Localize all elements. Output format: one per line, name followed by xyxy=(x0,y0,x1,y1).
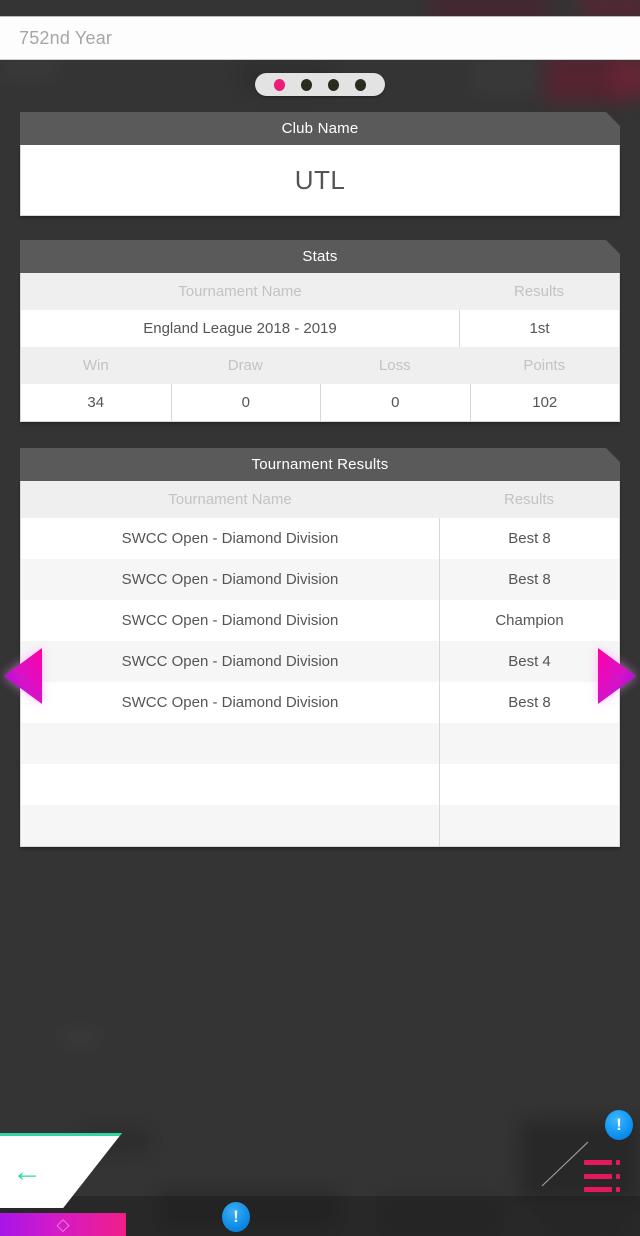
club-name-body: UTL xyxy=(20,145,620,216)
table-row[interactable]: SWCC Open - Diamond Division Best 4 xyxy=(21,641,619,682)
next-page-button[interactable] xyxy=(588,640,640,717)
list-bar xyxy=(584,1160,612,1165)
table-row[interactable] xyxy=(21,723,619,764)
table-row[interactable]: SWCC Open - Diamond Division Best 8 xyxy=(21,559,619,600)
year-label: 752nd Year xyxy=(19,27,113,48)
bg-blob xyxy=(470,58,540,94)
alert-badge[interactable]: ! xyxy=(605,1110,633,1140)
stats-value-win: 34 xyxy=(87,394,105,411)
stats-value-loss: 0 xyxy=(320,384,470,421)
alert-badge-label: ! xyxy=(233,1207,239,1226)
tournament-col-name: Tournament Name xyxy=(168,491,292,508)
table-row[interactable] xyxy=(21,764,619,805)
tournament-row-result xyxy=(439,805,619,846)
list-row xyxy=(584,1160,626,1165)
page-dot-3[interactable] xyxy=(328,78,339,91)
stats-col-draw: Draw xyxy=(227,357,263,374)
list-dot xyxy=(616,1187,620,1192)
home-diamond-icon: ◇ xyxy=(56,1215,70,1234)
tournament-results-header: Tournament Results xyxy=(20,448,620,481)
stats-col-tournament-name: Tournament Name xyxy=(178,283,302,300)
home-indicator-bar[interactable]: ◇ xyxy=(0,1213,126,1236)
stats-header-label: Stats xyxy=(302,248,338,265)
stats-record-row: 34 0 0 102 xyxy=(21,384,619,421)
tournament-row-name: SWCC Open - Diamond Division xyxy=(121,653,339,670)
club-name-header-label: Club Name xyxy=(281,120,359,137)
tournament-row-result xyxy=(439,764,619,805)
stats-value-points: 102 xyxy=(469,384,620,421)
tournament-results-header-label: Tournament Results xyxy=(251,456,389,473)
stats-value-draw: 0 xyxy=(170,384,321,421)
tournament-row-result: Best 8 xyxy=(439,559,619,600)
page-dot-4[interactable] xyxy=(355,78,366,91)
list-bar xyxy=(584,1173,612,1179)
tournament-row-name xyxy=(21,805,439,846)
stats-league-result: 1st xyxy=(459,310,619,347)
prev-page-button[interactable] xyxy=(0,640,52,717)
page-dot-1[interactable] xyxy=(274,78,285,91)
stats-league-header-row: Tournament Name Results xyxy=(21,273,619,310)
list-row xyxy=(584,1173,626,1179)
stats-col-win: Win xyxy=(82,357,109,374)
stats-header: Stats xyxy=(20,240,620,273)
tournament-results-body: Tournament Name Results SWCC Open - Diam… xyxy=(20,481,620,847)
tournament-row-result: Champion xyxy=(439,600,619,641)
stats-col-results: Results xyxy=(513,283,565,300)
triangle-left-icon[interactable] xyxy=(0,640,52,712)
table-row[interactable]: SWCC Open - Diamond Division Best 8 xyxy=(21,518,619,559)
list-dot xyxy=(616,1160,620,1165)
alert-badge[interactable]: ! xyxy=(222,1202,250,1232)
table-row[interactable]: SWCC Open - Diamond Division Best 8 xyxy=(21,682,619,723)
stats-league-row[interactable]: England League 2018 - 2019 1st xyxy=(21,310,619,347)
tournament-row-name: SWCC Open - Diamond Division xyxy=(121,571,339,588)
stats-body: Tournament Name Results England League 2… xyxy=(20,273,620,422)
stats-col-points: Points xyxy=(523,357,566,374)
table-row[interactable] xyxy=(21,805,619,846)
tournament-row-name: SWCC Open - Diamond Division xyxy=(121,612,339,629)
triangle-right-icon[interactable] xyxy=(588,640,640,712)
list-bar xyxy=(584,1187,612,1192)
tournament-row-result xyxy=(439,723,619,764)
bg-blob xyxy=(60,1030,100,1044)
tournament-results-panel: Tournament Results Tournament Name Resul… xyxy=(20,448,620,847)
table-row[interactable]: SWCC Open - Diamond Division Champion xyxy=(21,600,619,641)
tournament-row-name xyxy=(21,723,439,764)
tournament-col-results: Results xyxy=(503,491,555,508)
tournament-row-result: Best 8 xyxy=(439,518,619,559)
page-indicator[interactable] xyxy=(255,73,385,96)
bg-blob xyxy=(612,60,640,94)
alert-badge-label: ! xyxy=(616,1115,622,1134)
page-dot-2[interactable] xyxy=(301,78,312,91)
list-dot xyxy=(616,1173,620,1179)
tournament-row-name: SWCC Open - Diamond Division xyxy=(121,530,339,547)
year-bar: 752nd Year xyxy=(0,16,640,60)
arrow-left-icon: ← xyxy=(12,1155,42,1188)
stats-panel: Stats Tournament Name Results England Le… xyxy=(20,240,620,422)
tournament-row-name xyxy=(21,764,439,805)
stats-col-loss: Loss xyxy=(378,357,411,374)
stats-league-name: England League 2018 - 2019 xyxy=(143,320,337,337)
club-name-header: Club Name xyxy=(20,112,620,145)
list-menu-icon[interactable] xyxy=(584,1160,626,1192)
stats-record-header-row: Win Draw Loss Points xyxy=(21,347,619,384)
club-name-panel: Club Name UTL xyxy=(20,112,620,216)
club-name-value: UTL xyxy=(294,164,346,195)
list-row xyxy=(584,1187,626,1192)
tournament-row-name: SWCC Open - Diamond Division xyxy=(121,694,339,711)
tournament-header-row: Tournament Name Results xyxy=(21,481,619,518)
